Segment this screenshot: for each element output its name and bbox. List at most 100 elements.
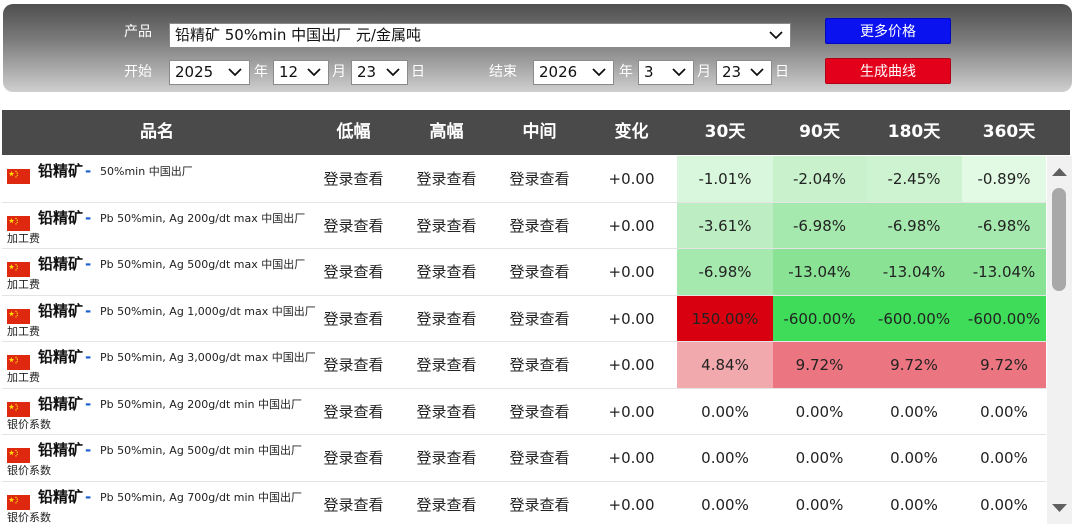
start-year-select[interactable]: 2025 bbox=[169, 60, 250, 85]
china-flag-icon bbox=[7, 215, 30, 231]
pct-360d-cell: -600.00% bbox=[962, 295, 1046, 341]
pct-180d-cell: -6.98% bbox=[866, 202, 962, 248]
low-cell[interactable]: 登录查看 bbox=[307, 482, 400, 524]
low-cell[interactable]: 登录查看 bbox=[307, 435, 400, 481]
start-month-select[interactable]: 12 bbox=[273, 60, 329, 85]
product-spec-type: 加工费 bbox=[7, 324, 40, 338]
high-cell[interactable]: 登录查看 bbox=[400, 249, 493, 295]
product-name-text: 铅精矿 bbox=[38, 441, 84, 459]
product-spec: Pb 50%min, Ag 500g/dt max 中国出厂 bbox=[100, 258, 306, 271]
high-cell[interactable]: 登录查看 bbox=[400, 482, 493, 524]
product-spec: Pb 50%min, Ag 200g/dt max 中国出厂 bbox=[100, 211, 306, 225]
product-name-text: 铅精矿 bbox=[38, 255, 84, 273]
low-cell[interactable]: 登录查看 bbox=[307, 342, 400, 388]
product-spec: Pb 50%min, Ag 500g/dt min 中国出厂 bbox=[100, 444, 303, 457]
pct-30d-cell: 0.00% bbox=[701, 495, 749, 514]
product-name-text: 铅精矿 bbox=[38, 162, 84, 180]
product-name-cell[interactable]: 铅精矿 -50%min 中国出厂 bbox=[2, 156, 307, 202]
product-spec-type: 加工费 bbox=[7, 231, 40, 245]
end-month-select[interactable]: 3 bbox=[638, 60, 694, 85]
table-row[interactable]: 铅精矿 - Pb 50%min, Ag 200g/dt min 中国出厂 银价系数 登录… bbox=[2, 388, 1046, 435]
high-cell[interactable]: 登录查看 bbox=[400, 389, 493, 435]
pct-180d-cell: 0.00% bbox=[890, 495, 938, 514]
low-cell[interactable]: 登录查看 bbox=[307, 156, 400, 202]
product-name-cell[interactable]: 铅精矿 - Pb 50%min, Ag 200g/dt max 中国出厂加工费 bbox=[2, 203, 307, 249]
product-name[interactable]: 铅精矿 - bbox=[38, 253, 94, 274]
low-cell[interactable]: 登录查看 bbox=[307, 389, 400, 435]
high-cell[interactable]: 登录查看 bbox=[400, 342, 493, 388]
low-cell[interactable]: 登录查看 bbox=[307, 249, 400, 295]
pct-90d-cell: -2.04% bbox=[773, 156, 866, 202]
scrollbar-thumb[interactable] bbox=[1052, 188, 1066, 291]
china-flag-icon bbox=[7, 308, 30, 324]
end-year-select[interactable]: 2026 bbox=[533, 60, 614, 85]
mid-cell[interactable]: 登录查看 bbox=[493, 342, 586, 388]
end-day-select[interactable]: 23 bbox=[716, 60, 772, 85]
pct-90d-cell: 9.72% bbox=[773, 342, 866, 388]
pct-360d-cell: 0.00% bbox=[980, 402, 1028, 421]
chevron-down-icon bbox=[306, 61, 322, 84]
china-flag-icon bbox=[7, 262, 30, 277]
mid-cell[interactable]: 登录查看 bbox=[493, 389, 586, 435]
change-cell: +0.00 bbox=[608, 263, 655, 281]
high-cell[interactable]: 登录查看 bbox=[400, 156, 493, 202]
table-row[interactable]: 铅精矿 -50%min 中国出厂 登录查看 登录查看 登录查看 +0.00 -1.01% -2… bbox=[2, 156, 1046, 203]
high-cell[interactable]: 登录查看 bbox=[400, 435, 493, 481]
chevron-down-icon bbox=[671, 61, 687, 84]
product-name-cell[interactable]: 铅精矿 - Pb 50%min, Ag 200g/dt min 中国出厂 银价系数 bbox=[2, 389, 307, 435]
change-cell: +0.00 bbox=[608, 449, 655, 467]
product-name[interactable]: 铅精矿 - bbox=[38, 439, 94, 460]
table-row[interactable]: 铅精矿 - Pb 50%min, Ag 3,000g/dt max 中国出厂 加工费登… bbox=[2, 342, 1046, 389]
scroll-down-arrow-icon[interactable] bbox=[1051, 500, 1068, 514]
low-cell[interactable]: 登录查看 bbox=[307, 203, 400, 249]
mid-cell[interactable]: 登录查看 bbox=[493, 435, 586, 481]
pct-360d-cell: 0.00% bbox=[980, 495, 1028, 514]
product-name[interactable]: 铅精矿 - bbox=[38, 160, 94, 181]
name-dash: - bbox=[85, 487, 92, 506]
header-mid: 中间 bbox=[522, 122, 557, 142]
table-row[interactable]: 铅精矿 - Pb 50%min, Ag 500g/dt max 中国出厂 加工费 登录查… bbox=[2, 249, 1046, 296]
filter-panel: 产品 铅精矿 50%min 中国出厂 元/金属吨 更多价格 开始 2025 年 … bbox=[3, 4, 1072, 92]
product-name[interactable]: 铅精矿 - bbox=[38, 346, 94, 367]
pct-90d-cell: 0.00% bbox=[795, 402, 844, 421]
product-name-cell[interactable]: 铅精矿 - Pb 50%min, Ag 3,000g/dt max 中国出厂 加工费 bbox=[2, 342, 316, 388]
product-name[interactable]: 铅精矿 - bbox=[38, 486, 94, 507]
start-day-select[interactable]: 23 bbox=[351, 60, 408, 85]
mid-cell[interactable]: 登录查看 bbox=[493, 156, 586, 202]
product-name-cell[interactable]: 铅精矿 - Pb 50%min, Ag 700g/dt min 中国出厂 银价系数 bbox=[2, 482, 307, 524]
name-dash: - bbox=[85, 208, 92, 227]
product-name-cell[interactable]: 铅精矿 - Pb 50%min, Ag 500g/dt max 中国出厂 加工费 bbox=[2, 249, 307, 295]
product-name-cell[interactable]: 铅精矿 - Pb 50%min, Ag 1,000g/dt max 中国出厂加工费 bbox=[2, 296, 316, 342]
china-flag-icon bbox=[7, 355, 30, 370]
mid-cell[interactable]: 登录查看 bbox=[493, 203, 586, 249]
product-spec-type: 加工费 bbox=[7, 371, 40, 384]
name-dash: - bbox=[85, 394, 92, 413]
pct-30d-cell: 0.00% bbox=[701, 449, 749, 467]
mid-cell[interactable]: 登录查看 bbox=[493, 482, 586, 524]
table-row[interactable]: 铅精矿 - Pb 50%min, Ag 1,000g/dt max 中国出厂加工费 登… bbox=[2, 295, 1046, 342]
product-spec: Pb 50%min, Ag 1,000g/dt max 中国出厂 bbox=[100, 304, 316, 318]
generate-chart-button[interactable]: 生成曲线 bbox=[825, 58, 951, 84]
pct-90d-cell: -6.98% bbox=[773, 202, 866, 248]
product-name[interactable]: 铅精矿 - bbox=[38, 393, 94, 414]
product-name[interactable]: 铅精矿 - bbox=[38, 207, 94, 228]
end-month-unit: 月 bbox=[697, 64, 711, 80]
vertical-scrollbar[interactable] bbox=[1047, 156, 1072, 524]
scroll-up-arrow-icon[interactable] bbox=[1051, 164, 1068, 178]
high-cell[interactable]: 登录查看 bbox=[400, 296, 493, 342]
product-name-cell[interactable]: 铅精矿 - Pb 50%min, Ag 500g/dt min 中国出厂 银价系数 bbox=[2, 435, 307, 481]
change-cell: +0.00 bbox=[608, 495, 655, 514]
low-cell[interactable]: 登录查看 bbox=[307, 296, 400, 342]
product-name-text: 铅精矿 bbox=[38, 487, 84, 506]
table-row[interactable]: 铅精矿 - Pb 50%min, Ag 700g/dt min 中国出厂 银价系数 登录… bbox=[2, 481, 1046, 524]
high-cell[interactable]: 登录查看 bbox=[400, 203, 493, 249]
mid-cell[interactable]: 登录查看 bbox=[493, 249, 586, 295]
product-name[interactable]: 铅精矿 - bbox=[38, 300, 94, 321]
table-row[interactable]: 铅精矿 - Pb 50%min, Ag 500g/dt min 中国出厂 银价系数 登录… bbox=[2, 435, 1046, 482]
end-day-value: 23 bbox=[722, 63, 742, 81]
more-prices-button[interactable]: 更多价格 bbox=[825, 18, 951, 44]
header-name: 品名 bbox=[140, 122, 174, 142]
table-row[interactable]: 铅精矿 - Pb 50%min, Ag 200g/dt max 中国出厂加工费 登录查… bbox=[2, 202, 1046, 249]
product-select[interactable]: 铅精矿 50%min 中国出厂 元/金属吨 bbox=[169, 23, 791, 48]
mid-cell[interactable]: 登录查看 bbox=[493, 296, 586, 342]
